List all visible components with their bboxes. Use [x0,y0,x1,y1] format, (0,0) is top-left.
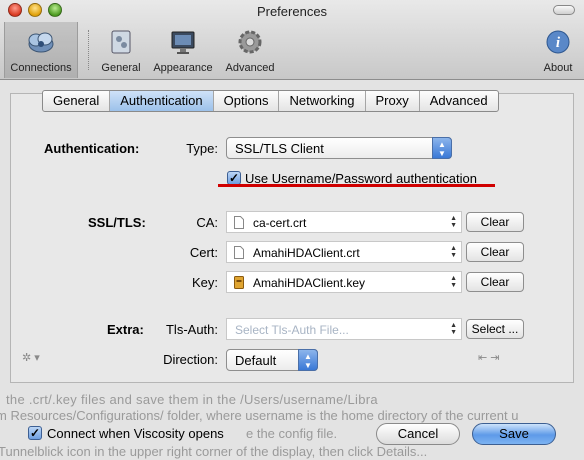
toolbar-label: Connections [10,62,72,74]
info-icon: i [546,30,570,54]
use-password-checkbox[interactable]: ✓ [227,171,241,185]
authentication-section-label: Authentication: [44,141,140,156]
tab-options[interactable]: Options [214,91,280,111]
tls-auth-file-field[interactable]: Select Tls-Auth File... ▲ ▼ [226,318,462,340]
select-arrows-icon: ▲ ▼ [298,349,318,371]
stepper-arrows-icon: ▲ ▼ [450,322,457,336]
tls-auth-label: Tls-Auth: [165,322,218,337]
key-label: Key: [191,275,218,290]
connect-on-open-label: Connect when Viscosity opens [47,426,224,441]
toolbar-advanced[interactable]: Advanced [222,22,278,78]
stepper-arrows-icon: ▲ ▼ [450,215,457,229]
toolbar-label: Advanced [225,62,275,74]
appearance-icon [171,31,195,54]
direction-select[interactable]: Default ▲ ▼ [226,349,318,371]
background-line: m Resources/Configurations/ folder, wher… [0,408,519,423]
tab-proxy[interactable]: Proxy [366,91,420,111]
cert-file-name: AmahiHDAClient.crt [253,246,360,260]
toolbar-appearance[interactable]: Appearance [150,22,216,78]
toolbar-label: Appearance [153,62,213,74]
title-toolbar: Preferences Connections General Appearan… [0,0,584,80]
gear-icon [238,30,262,54]
tls-auth-placeholder: Select Tls-Auth File... [235,323,349,337]
direction-label: Direction: [163,352,218,367]
document-icon [234,216,244,229]
tab-networking[interactable]: Networking [279,91,366,111]
window-title: Preferences [256,4,328,19]
save-button[interactable]: Save [472,423,556,445]
toolbar-about[interactable]: i About [536,22,580,78]
content-area: General Authentication Options Networkin… [0,81,584,460]
general-icon [111,30,131,54]
background-line: the .crt/.key files and save them in the… [6,392,378,407]
extra-section-label: Extra: [107,322,144,337]
toolbar-toggle-button[interactable] [553,5,575,15]
background-line: Tunnelblick icon in the upper right corn… [0,444,428,459]
connections-icon [28,32,54,53]
ssl-tls-section-label: SSL/TLS: [88,215,146,230]
ghost-arrows-icon: ⇤ ⇥ [478,352,500,364]
type-select[interactable]: SSL/TLS Client ▲ ▼ [226,137,452,159]
type-label: Type: [186,141,218,156]
cert-file-field[interactable]: AmahiHDAClient.crt ▲ ▼ [226,241,462,263]
tab-general[interactable]: General [43,91,111,111]
key-file-field[interactable]: AmahiHDAClient.key ▲ ▼ [226,271,462,293]
tab-authentication[interactable]: Authentication [110,91,214,111]
direction-select-value: Default [235,353,277,368]
tab-advanced[interactable]: Advanced [420,91,498,111]
background-line: e the config file. [246,426,338,441]
cert-label: Cert: [189,245,218,260]
toolbar-general[interactable]: General [96,22,146,78]
toolbar-connections[interactable]: Connections [4,22,78,78]
ca-file-field[interactable]: ca-cert.crt ▲ ▼ [226,211,462,233]
tab-bar: General Authentication Options Networkin… [42,90,499,112]
stepper-arrows-icon: ▲ ▼ [450,245,457,259]
type-select-value: SSL/TLS Client [235,141,324,156]
ca-file-name: ca-cert.crt [253,216,307,230]
select-tls-auth-button[interactable]: Select ... [466,319,524,339]
ca-label: CA: [196,215,218,230]
connect-on-open-checkbox[interactable]: ✓ [28,426,42,440]
clear-cert-button[interactable]: Clear [466,242,524,262]
toolbar-separator [88,30,89,70]
stepper-arrows-icon: ▲ ▼ [450,275,457,289]
clear-key-button[interactable]: Clear [466,272,524,292]
document-icon [234,246,244,259]
annotation-underline [218,184,495,187]
preferences-window: Preferences Connections General Appearan… [0,0,584,460]
select-arrows-icon: ▲ ▼ [432,137,452,159]
toolbar-label: General [101,62,141,74]
key-file-name: AmahiHDAClient.key [253,276,366,290]
key-file-icon [234,276,244,289]
clear-ca-button[interactable]: Clear [466,212,524,232]
ghost-menu-icon: ✲ ▾ [22,352,40,364]
cancel-button[interactable]: Cancel [376,423,460,445]
toolbar-label: About [543,62,573,74]
